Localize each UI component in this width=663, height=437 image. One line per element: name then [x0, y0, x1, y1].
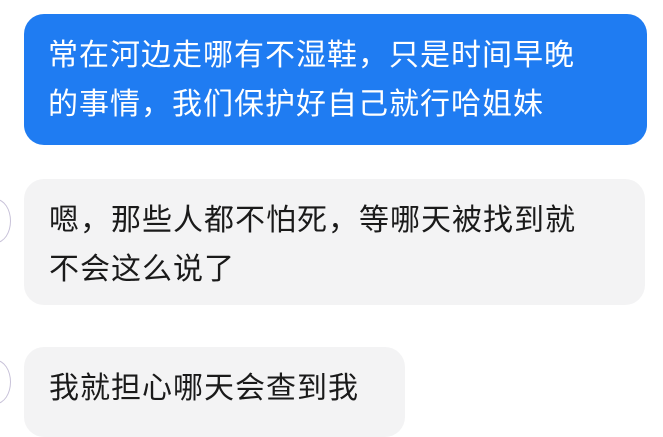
contact-avatar[interactable]: [0, 199, 11, 243]
message-text-line: 的事情，我们保护好自己就行哈姐妹: [48, 87, 544, 122]
chat-thread: 常在河边走哪有不湿鞋，只是时间早晚 的事情，我们保护好自己就行哈姐妹 嗯，那些人…: [0, 0, 663, 437]
message-bubble-outgoing[interactable]: 常在河边走哪有不湿鞋，只是时间早晚 的事情，我们保护好自己就行哈姐妹: [24, 14, 647, 145]
message-text-line: 不会这么说了: [49, 252, 235, 287]
message-bubble-incoming[interactable]: 嗯，那些人都不怕死，等哪天被找到就 不会这么说了: [24, 179, 645, 305]
message-text-line: 我就担心哪天会查到我: [49, 371, 359, 406]
message-text-line: 常在河边走哪有不湿鞋，只是时间早晚: [48, 38, 575, 73]
message-text-line: 嗯，那些人都不怕死，等哪天被找到就: [49, 203, 576, 238]
message-bubble-incoming[interactable]: 我就担心哪天会查到我: [24, 347, 405, 437]
contact-avatar[interactable]: [0, 360, 11, 404]
